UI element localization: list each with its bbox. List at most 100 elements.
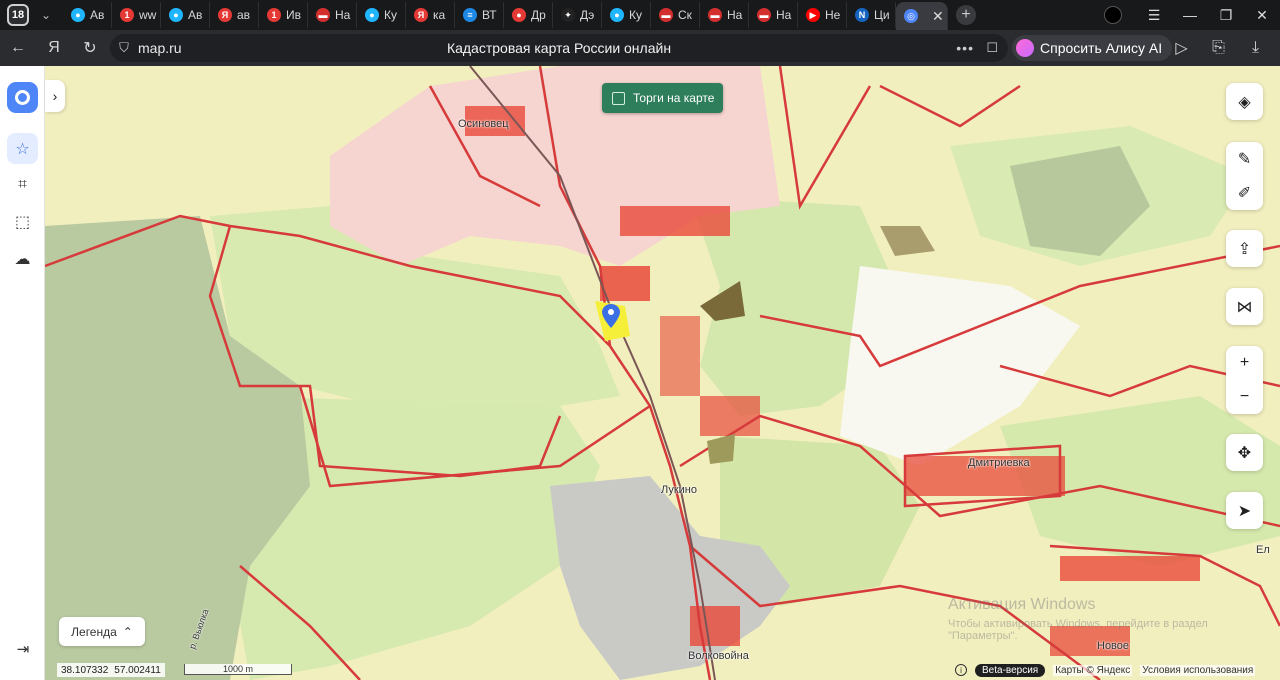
download-icon[interactable]: ⤓: [1237, 30, 1274, 66]
tab-favicon-icon: ●: [71, 8, 85, 22]
browser-menu-icon[interactable]: ☰: [1136, 0, 1172, 30]
cloud-upload-icon[interactable]: ⇪: [1226, 234, 1263, 264]
tab[interactable]: 1 Ив: [259, 2, 308, 28]
share-control[interactable]: ⋈: [1226, 288, 1263, 325]
geolocation-control[interactable]: ➤: [1226, 492, 1263, 529]
cadastral-map[interactable]: [0, 66, 1280, 680]
tab-favicon-icon: Я: [414, 8, 428, 22]
bookmark-icon[interactable]: ☐: [986, 40, 998, 56]
legend-label: Легенда: [71, 624, 117, 639]
tab-close-icon[interactable]: ✕: [932, 8, 944, 25]
new-tab-button[interactable]: +: [956, 5, 976, 25]
auctions-label: Торги на карте: [633, 91, 715, 105]
tabs: ● Ав 1 ww ● Ав Яав 1 Ив ▬ На ● Ку Яка ≡ ВТ ● Др ✦ Дэ ● Ку ▬ Ск ▬…: [63, 0, 948, 30]
tab-label: ww: [139, 8, 157, 22]
select-area-icon[interactable]: ⬚: [7, 206, 38, 237]
reader-icon[interactable]: ⎘: [1200, 30, 1237, 66]
tab-label: Ку: [629, 8, 642, 22]
tab-label: Дэ: [580, 8, 595, 22]
login-icon[interactable]: ⇥: [10, 636, 36, 662]
omnibox[interactable]: ⛉ map.ru Кадастровая карта России онлайн…: [110, 34, 1008, 62]
tab-label: Ив: [286, 8, 301, 22]
reload-icon[interactable]: ↻: [72, 30, 108, 66]
zoom-in-icon[interactable]: +: [1226, 348, 1263, 378]
tab-counter-value: 18: [11, 9, 25, 21]
cloud-icon[interactable]: ☁: [7, 243, 38, 274]
tab-favicon-icon: Я: [218, 8, 232, 22]
profile-icon[interactable]: [1104, 6, 1122, 24]
tab-label: На: [776, 8, 792, 22]
tab-strip: 18 ⌄ ● Ав 1 ww ● Ав Яав 1 Ив ▬ На ● Ку Яка ≡ ВТ ● Др ✦ Дэ ● К…: [0, 0, 1280, 30]
attribution-link[interactable]: Карты © Яндекс: [1053, 664, 1133, 676]
tab[interactable]: ● Ку: [602, 2, 651, 28]
watermark-subtitle: Чтобы активировать Windows, перейдите в …: [948, 618, 1208, 642]
restore-icon[interactable]: ❐: [1208, 0, 1244, 30]
info-icon[interactable]: i: [955, 664, 967, 676]
toolbar-right: ▷ ⎘ ⤓: [1163, 30, 1274, 66]
draw-polygon-icon[interactable]: ⌗: [7, 169, 38, 200]
tab[interactable]: ● Др: [504, 2, 553, 28]
tab[interactable]: ● Ав: [161, 2, 210, 28]
tab[interactable]: ▬ На: [749, 2, 798, 28]
tab-favicon-icon: ▬: [757, 8, 771, 22]
favorites-star-icon[interactable]: ☆: [7, 133, 38, 164]
tab[interactable]: ▬ Ск: [651, 2, 700, 28]
tab-favicon-icon: N: [855, 8, 869, 22]
tab-list-chevron-icon[interactable]: ⌄: [35, 4, 57, 26]
place-label: Осиновец: [458, 118, 509, 130]
tab-label: Ав: [188, 8, 203, 22]
tab[interactable]: N Ци: [847, 2, 896, 28]
tab[interactable]: ● Ку: [357, 2, 406, 28]
tab-label: Ци: [874, 8, 890, 22]
tab[interactable]: ▬ На: [308, 2, 357, 28]
tab-favicon-icon: ✦: [561, 8, 575, 22]
chevron-up-icon: ⌃: [122, 624, 133, 639]
shield-icon[interactable]: ⛉: [110, 40, 138, 56]
tab-counter-button[interactable]: 18: [7, 4, 29, 26]
place-label: Лукино: [661, 484, 697, 496]
terms-link[interactable]: Условия использования: [1140, 664, 1256, 676]
tab-label: На: [335, 8, 351, 22]
ask-alice-button[interactable]: Спросить Алису AI: [1012, 35, 1173, 61]
edit-icon[interactable]: ✐: [1226, 178, 1263, 208]
zoom-out-icon[interactable]: −: [1226, 382, 1263, 412]
close-window-icon[interactable]: ✕: [1244, 0, 1280, 30]
ruler-pencil-icon[interactable]: ✎: [1226, 144, 1263, 174]
tab-favicon-icon: ▬: [659, 8, 673, 22]
expand-panel-chevron-icon[interactable]: ›: [45, 80, 65, 112]
navigation-arrow-icon[interactable]: ➤: [1226, 496, 1263, 526]
cloud-upload-control[interactable]: ⇪: [1226, 230, 1263, 267]
tab[interactable]: 1 ww: [112, 2, 161, 28]
move-control[interactable]: ✥: [1226, 434, 1263, 471]
tab-favicon-icon: ●: [512, 8, 526, 22]
layers-control[interactable]: ◈: [1226, 83, 1263, 120]
checkbox-icon[interactable]: [612, 91, 625, 105]
tab[interactable]: ≡ ВТ: [455, 2, 504, 28]
tab[interactable]: ✦ Дэ: [553, 2, 602, 28]
share-icon[interactable]: ⋈: [1226, 292, 1263, 322]
page-title: Кадастровая карта России онлайн: [446, 40, 672, 56]
auctions-on-map-toggle[interactable]: Торги на карте: [602, 83, 723, 113]
app-logo-icon[interactable]: [7, 82, 38, 113]
back-icon[interactable]: ←: [0, 30, 36, 66]
tab-label: Др: [531, 8, 546, 22]
tab-label: Ск: [678, 8, 692, 22]
media-icon[interactable]: ▷: [1163, 30, 1200, 66]
address-bar: ← Я ↻ ⛉ map.ru Кадастровая карта России …: [0, 30, 1280, 66]
yandex-icon[interactable]: Я: [36, 30, 72, 66]
layers-icon[interactable]: ◈: [1226, 87, 1263, 117]
window-controls: ☰ — ❐ ✕: [1104, 0, 1280, 30]
move-arrows-icon[interactable]: ✥: [1226, 438, 1263, 468]
tab[interactable]: ▶ Не: [798, 2, 847, 28]
tab-active[interactable]: ◎ ✕: [896, 2, 948, 30]
tab[interactable]: Яав: [210, 2, 259, 28]
tab[interactable]: ● Ав: [63, 2, 112, 28]
ask-alice-label: Спросить Алису AI: [1040, 40, 1163, 56]
minimize-icon[interactable]: —: [1172, 0, 1208, 30]
tab-label: На: [727, 8, 743, 22]
legend-button[interactable]: Легенда ⌃: [59, 617, 145, 646]
tab[interactable]: Яка: [406, 2, 455, 28]
tab[interactable]: ▬ На: [700, 2, 749, 28]
more-icon[interactable]: •••: [956, 40, 974, 56]
tab-label: ав: [237, 8, 251, 22]
